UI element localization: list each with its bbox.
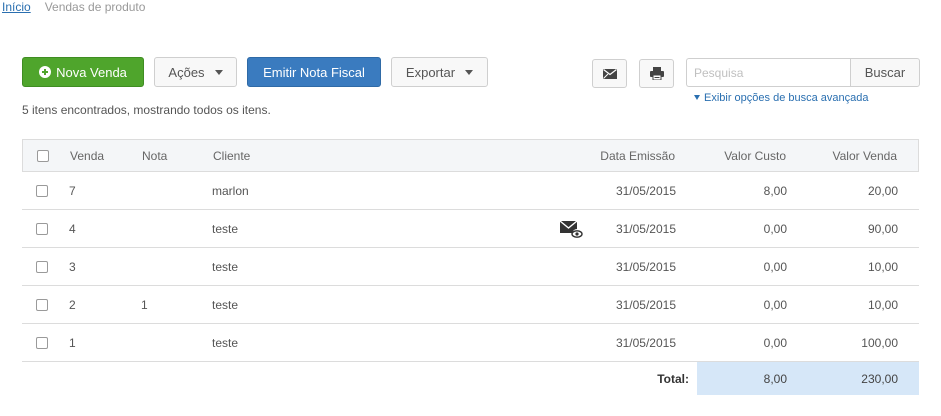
cell-custo: 8,00: [763, 183, 787, 198]
cell-nota: 1: [141, 297, 148, 312]
row-checkbox[interactable]: [36, 336, 48, 349]
export-dropdown-button[interactable]: Exportar: [391, 57, 488, 87]
select-all-checkbox[interactable]: [37, 149, 49, 162]
envelope-icon: [602, 68, 617, 79]
cell-venda: 7: [69, 183, 76, 198]
print-button[interactable]: [639, 59, 674, 88]
email-button[interactable]: [592, 59, 627, 88]
actions-label: Ações: [168, 64, 205, 80]
cell-valor: 90,00: [867, 221, 898, 236]
emit-invoice-label: Emitir Nota Fiscal: [263, 64, 365, 80]
printer-icon: [649, 67, 664, 80]
cell-custo: 0,00: [763, 221, 787, 236]
cell-custo: 0,00: [763, 335, 787, 350]
breadcrumb: Início Vendas de produto: [2, 0, 145, 14]
header-nota[interactable]: Nota: [142, 140, 167, 171]
total-box: 8,00 230,00: [697, 362, 919, 395]
header-data-emissao[interactable]: Data Emissão: [600, 140, 675, 171]
cell-custo: 0,00: [763, 297, 787, 312]
breadcrumb-home-link[interactable]: Início: [2, 0, 31, 14]
email-view-status[interactable]: [559, 210, 585, 247]
cell-data: 31/05/2015: [615, 259, 676, 274]
table-header: Venda Nota Cliente Data Emissão Valor Cu…: [22, 139, 919, 172]
cell-venda: 2: [69, 297, 76, 312]
row-checkbox[interactable]: [36, 260, 48, 273]
header-venda[interactable]: Venda: [70, 140, 104, 171]
header-valor-custo[interactable]: Valor Custo: [724, 140, 786, 171]
breadcrumb-current: Vendas de produto: [44, 0, 146, 14]
advanced-search-link[interactable]: Exibir opções de busca avançada: [694, 92, 869, 104]
total-valor: 230,00: [861, 371, 898, 386]
search-button[interactable]: Buscar: [850, 58, 920, 87]
envelope-eye-icon: [559, 219, 583, 239]
cell-cliente: teste: [212, 259, 239, 274]
cell-cliente: teste: [212, 335, 239, 350]
row-checkbox[interactable]: [36, 298, 48, 311]
table-row[interactable]: 2 1 teste 31/05/2015 0,00 10,00: [22, 286, 919, 324]
cell-valor: 10,00: [867, 259, 898, 274]
cell-data: 31/05/2015: [615, 183, 676, 198]
export-label: Exportar: [405, 64, 456, 80]
advanced-search-label: Exibir opções de busca avançada: [704, 92, 869, 104]
cell-custo: 0,00: [763, 259, 787, 274]
table-row[interactable]: 4 teste 31/05/2015 0,00 90,00: [22, 210, 919, 248]
cell-valor: 100,00: [861, 335, 898, 350]
cell-valor: 20,00: [867, 183, 898, 198]
plus-circle-icon: [39, 66, 52, 78]
search-input[interactable]: [686, 58, 851, 87]
total-label: Total:: [657, 371, 689, 386]
cell-cliente: marlon: [212, 183, 249, 198]
cell-cliente: teste: [212, 297, 239, 312]
new-sale-label: Nova Venda: [56, 64, 127, 80]
row-checkbox[interactable]: [36, 222, 48, 235]
table-row[interactable]: 7 marlon 31/05/2015 8,00 20,00: [22, 172, 919, 210]
caret-down-icon: [214, 69, 223, 75]
cell-venda: 4: [69, 221, 76, 236]
cell-venda: 1: [69, 335, 76, 350]
result-count: 5 itens encontrados, mostrando todos os …: [22, 103, 271, 117]
total-custo: 8,00: [763, 371, 787, 386]
cell-venda: 3: [69, 259, 76, 274]
cell-cliente: teste: [212, 221, 239, 236]
caret-down-icon: [465, 69, 474, 75]
actions-dropdown-button[interactable]: Ações: [154, 57, 237, 87]
cell-data: 31/05/2015: [615, 297, 676, 312]
table-row[interactable]: 3 teste 31/05/2015 0,00 10,00: [22, 248, 919, 286]
cell-valor: 10,00: [867, 297, 898, 312]
row-checkbox[interactable]: [36, 184, 48, 197]
triangle-down-icon: [694, 95, 700, 100]
header-valor-venda[interactable]: Valor Venda: [833, 140, 898, 171]
header-cliente[interactable]: Cliente: [213, 140, 250, 171]
table-row[interactable]: 1 teste 31/05/2015 0,00 100,00: [22, 324, 919, 362]
sales-table: Venda Nota Cliente Data Emissão Valor Cu…: [22, 139, 919, 395]
emit-invoice-button[interactable]: Emitir Nota Fiscal: [247, 57, 381, 87]
cell-data: 31/05/2015: [615, 221, 676, 236]
cell-data: 31/05/2015: [615, 335, 676, 350]
total-row: Total: 8,00 230,00: [22, 362, 919, 395]
new-sale-button[interactable]: Nova Venda: [22, 57, 144, 87]
